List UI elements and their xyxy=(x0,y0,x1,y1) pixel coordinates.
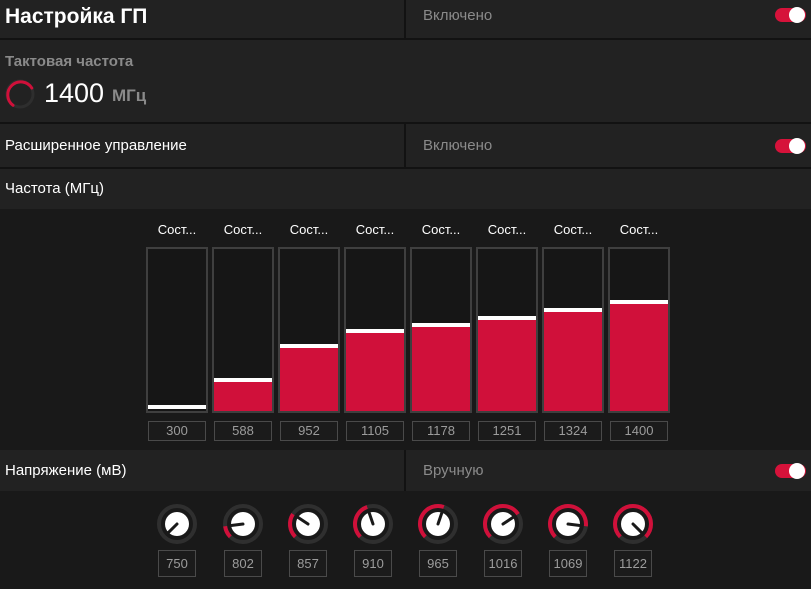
clock-unit: МГц xyxy=(112,86,147,105)
state-frequency-handle[interactable] xyxy=(280,344,338,348)
knob-pointer xyxy=(566,522,582,527)
state-label: Сост... xyxy=(355,222,395,237)
clock-label: Тактовая частота xyxy=(5,53,134,70)
knob-dial-icon xyxy=(418,504,458,544)
voltage-knob[interactable] xyxy=(482,503,524,545)
state-frequency-fill xyxy=(412,327,470,411)
voltage-knob[interactable] xyxy=(287,503,329,545)
voltage-knob[interactable] xyxy=(156,503,198,545)
header-row: Настройка ГП Включено xyxy=(0,0,811,38)
state-frequency-handle[interactable] xyxy=(346,329,404,333)
state-label: Сост... xyxy=(223,222,263,237)
toggle-knob xyxy=(789,138,805,154)
state-frequency-fill xyxy=(280,348,338,411)
voltage-knob[interactable] xyxy=(547,503,589,545)
gpu-tuning-toggle[interactable] xyxy=(775,7,806,23)
page-title: Настройка ГП xyxy=(5,5,148,28)
state-frequency-slider[interactable] xyxy=(410,247,472,413)
voltage-knob[interactable] xyxy=(612,503,654,545)
state-frequency-slider[interactable] xyxy=(146,247,208,413)
knob-dial-icon xyxy=(483,504,523,544)
voltage-knob[interactable] xyxy=(352,503,394,545)
knob-level-arc xyxy=(223,525,232,539)
state-frequency-slider[interactable] xyxy=(542,247,604,413)
voltage-row: Напряжение (мВ) Вручную xyxy=(0,450,811,491)
state-frequency-slider[interactable] xyxy=(212,247,274,413)
knob-pointer xyxy=(229,522,245,527)
voltage-knob[interactable] xyxy=(222,503,264,545)
state-label: Сост... xyxy=(289,222,329,237)
knob-dial-icon xyxy=(613,504,653,544)
state-label: Сост... xyxy=(619,222,659,237)
voltage-value[interactable]: 750 xyxy=(158,550,196,577)
toggle-knob xyxy=(789,463,805,479)
state-frequency-value[interactable]: 1105 xyxy=(346,421,404,441)
advanced-control-toggle[interactable] xyxy=(775,138,806,154)
knob-level-arc xyxy=(288,513,297,539)
voltage-value[interactable]: 1016 xyxy=(484,550,522,577)
clock-gauge-icon xyxy=(5,79,35,109)
voltage-value[interactable]: 857 xyxy=(289,550,327,577)
state-frequency-value[interactable]: 1178 xyxy=(412,421,470,441)
knob-dial-icon xyxy=(353,504,393,544)
state-frequency-value[interactable]: 588 xyxy=(214,421,272,441)
voltage-mode: Вручную xyxy=(423,462,484,479)
state-frequency-fill xyxy=(214,382,272,411)
knob-dial-icon xyxy=(548,504,588,544)
state-frequency-value[interactable]: 300 xyxy=(148,421,206,441)
state-frequency-value[interactable]: 952 xyxy=(280,421,338,441)
voltage-label: Напряжение (мВ) xyxy=(5,462,127,479)
state-label: Сост... xyxy=(487,222,527,237)
toggle-knob xyxy=(789,7,805,23)
state-frequency-handle[interactable] xyxy=(214,378,272,382)
state-frequency-slider[interactable] xyxy=(278,247,340,413)
state-frequency-handle[interactable] xyxy=(412,323,470,327)
voltage-toggle[interactable] xyxy=(775,463,806,479)
state-frequency-handle[interactable] xyxy=(148,405,206,409)
state-frequency-fill xyxy=(346,333,404,411)
advanced-control-row: Расширенное управление Включено xyxy=(0,124,811,167)
state-frequency-handle[interactable] xyxy=(610,300,668,304)
knob-dial-icon xyxy=(157,504,197,544)
voltage-value[interactable]: 1122 xyxy=(614,550,652,577)
state-label: Сост... xyxy=(553,222,593,237)
gpu-tuning-status: Включено xyxy=(423,7,493,24)
state-frequency-slider[interactable] xyxy=(476,247,538,413)
state-frequency-value[interactable]: 1324 xyxy=(544,421,602,441)
knob-dial-icon xyxy=(288,504,328,544)
voltage-value[interactable]: 910 xyxy=(354,550,392,577)
voltage-value[interactable]: 802 xyxy=(224,550,262,577)
voltage-value[interactable]: 1069 xyxy=(549,550,587,577)
state-frequency-handle[interactable] xyxy=(478,316,536,320)
voltage-value[interactable]: 965 xyxy=(419,550,457,577)
voltage-knob[interactable] xyxy=(417,503,459,545)
frequency-header-row: Частота (МГц) xyxy=(0,169,811,209)
state-frequency-slider[interactable] xyxy=(344,247,406,413)
knob-dial-icon xyxy=(223,504,263,544)
state-label: Сост... xyxy=(157,222,197,237)
state-frequency-handle[interactable] xyxy=(544,308,602,312)
state-label: Сост... xyxy=(421,222,461,237)
advanced-control-label: Расширенное управление xyxy=(5,137,187,154)
clock-value: 1400 xyxy=(44,78,105,108)
state-frequency-slider[interactable] xyxy=(608,247,670,413)
frequency-header: Частота (МГц) xyxy=(5,180,104,197)
state-frequency-fill xyxy=(544,312,602,411)
state-frequency-fill xyxy=(610,304,668,411)
state-frequency-value[interactable]: 1251 xyxy=(478,421,536,441)
state-frequency-fill xyxy=(478,320,536,411)
advanced-control-status: Включено xyxy=(423,137,493,154)
state-frequency-value[interactable]: 1400 xyxy=(610,421,668,441)
